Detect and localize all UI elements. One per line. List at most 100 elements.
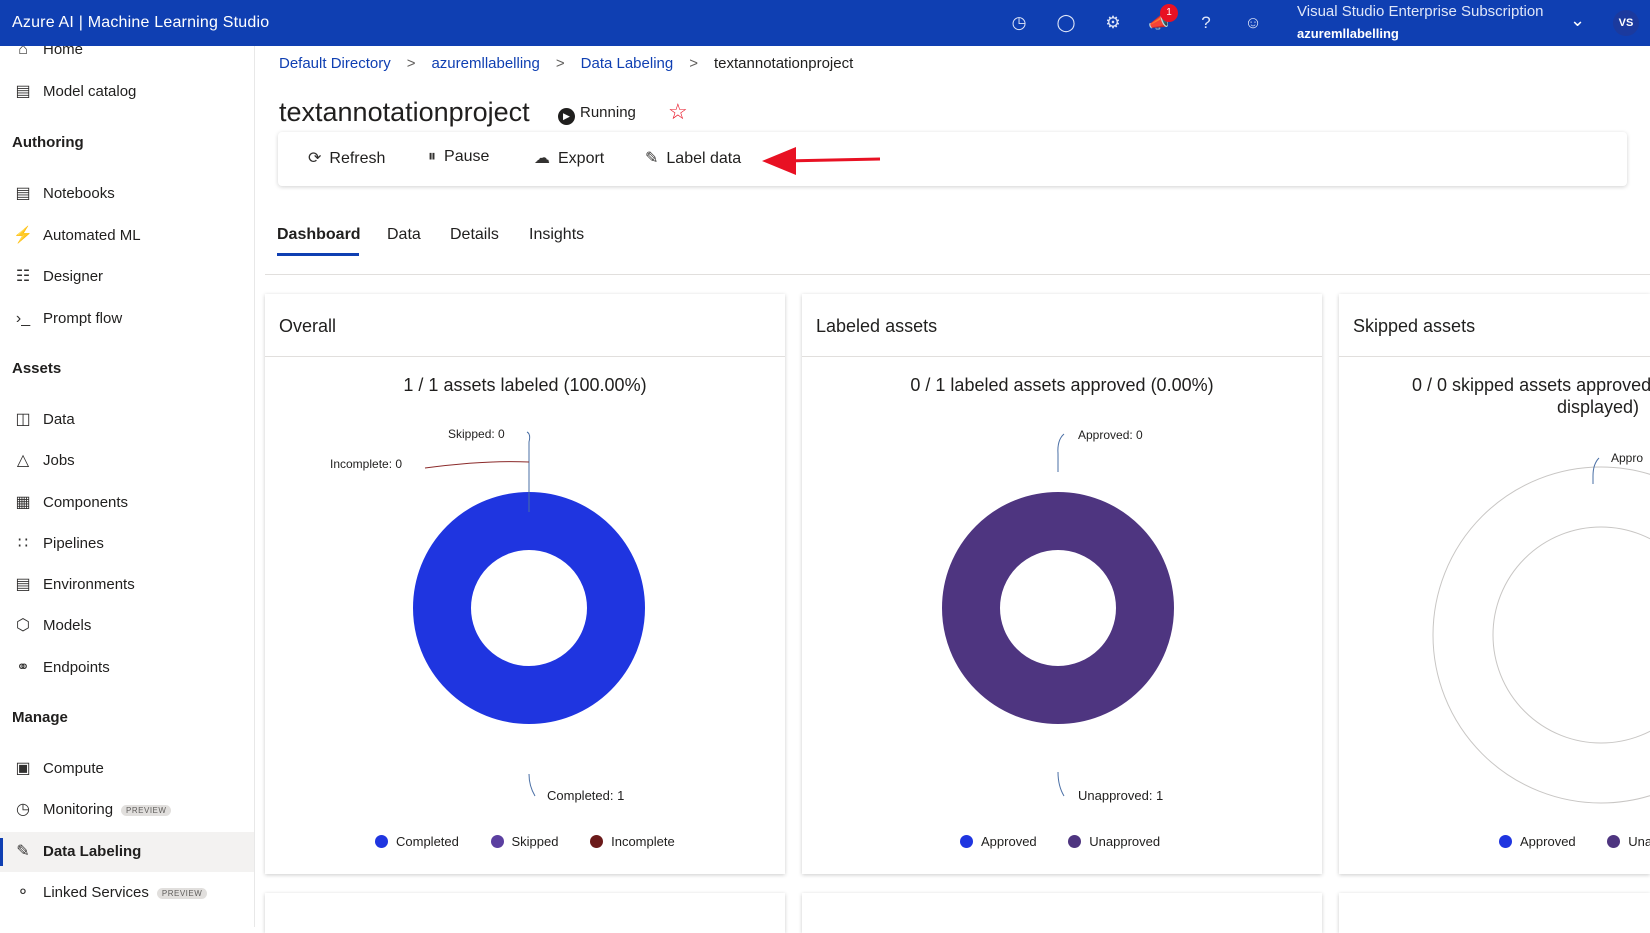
export-button[interactable]: ☁ Export <box>534 148 604 168</box>
designer-icon: ☷ <box>15 268 31 285</box>
divider <box>265 274 1650 275</box>
sidebar-item-label: Model catalog <box>43 83 137 100</box>
play-icon: ▶ <box>558 108 575 125</box>
leader-line-approved <box>1592 457 1600 484</box>
breadcrumb: Default Directory > azuremllabelling > Data … <box>279 55 853 72</box>
breadcrumb-current: textannotationproject <box>713 55 854 72</box>
refresh-icon: ⟳ <box>308 150 322 167</box>
sidebar-item-pipelines[interactable]: ∷ Pipelines <box>0 524 254 564</box>
directory-name[interactable]: azuremllabelling <box>1297 26 1399 41</box>
lightbulb-icon[interactable]: ◯ <box>1055 12 1077 34</box>
preview-badge: PREVIEW <box>121 804 172 816</box>
legend-item-unapproved[interactable]: Una <box>1607 834 1650 849</box>
sidebar-item-notebooks[interactable]: ▤ Notebooks <box>0 174 254 214</box>
sidebar-item-environments[interactable]: ▤ Environments <box>0 565 254 605</box>
pause-button[interactable]: ⏸ Pause <box>428 148 489 166</box>
environments-icon: ▤ <box>15 576 31 593</box>
legend-label: Approved <box>1520 834 1576 849</box>
sidebar-item-label: Designer <box>43 268 104 285</box>
sidebar-item-label: Linked Services <box>43 884 149 901</box>
legend-item-approved[interactable]: Approved <box>960 834 1037 849</box>
automl-icon: ⚡ <box>13 227 33 244</box>
card-title: Labeled assets <box>816 316 938 336</box>
sidebar-item-data-labeling[interactable]: ✎ Data Labeling <box>0 832 254 872</box>
legend-label: Completed <box>396 834 459 849</box>
donut-slice-unapproved[interactable] <box>942 492 1174 724</box>
legend-item-unapproved[interactable]: Unapproved <box>1068 834 1160 849</box>
tab-data[interactable]: Data <box>387 226 421 244</box>
breadcrumb-workspace[interactable]: azuremllabelling <box>431 55 539 72</box>
chevron-right-icon: > <box>689 55 698 72</box>
donut-slice-completed[interactable] <box>413 492 645 724</box>
label-approved: Approved: 0 <box>1078 428 1143 442</box>
favorite-star-icon[interactable]: ☆ <box>668 99 688 125</box>
chevron-right-icon: > <box>555 55 565 72</box>
pipelines-icon: ∷ <box>17 535 29 552</box>
breadcrumb-data-labeling[interactable]: Data Labeling <box>581 55 674 72</box>
preview-badge: PREVIEW <box>156 887 208 899</box>
legend-swatch <box>1068 835 1082 848</box>
sidebar-item-prompt-flow[interactable]: ›_ Prompt flow <box>0 299 254 339</box>
legend-label: Una <box>1628 834 1650 849</box>
subscription-name[interactable]: Visual Studio Enterprise Subscription <box>1297 3 1544 20</box>
legend: Approved Unapproved <box>960 834 1188 849</box>
legend-item-skipped[interactable]: Skipped <box>490 834 559 849</box>
legend-swatch <box>590 835 604 848</box>
feedback-icon[interactable]: ☺ <box>1242 12 1264 34</box>
card-title: Skipped assets <box>1353 316 1476 336</box>
leader-line-incomplete <box>424 461 530 469</box>
avatar[interactable]: VS <box>1613 10 1639 36</box>
tab-details[interactable]: Details <box>450 226 499 244</box>
sidebar-item-endpoints[interactable]: ⚭ Endpoints <box>0 648 254 688</box>
legend-swatch <box>375 835 388 848</box>
sidebar-item-data[interactable]: ◫ Data <box>0 400 254 440</box>
labeled-donut-chart: Approved: 0 Unapproved: 1 <box>942 428 1174 803</box>
sidebar-item-label: Models <box>43 617 92 634</box>
leader-line-completed <box>528 773 536 797</box>
sidebar-item-label: Data Labeling <box>43 843 142 860</box>
sidebar-item-designer[interactable]: ☷ Designer <box>0 257 254 297</box>
breadcrumb-directory[interactable]: Default Directory <box>279 55 391 72</box>
donut-labeled <box>942 492 1174 724</box>
data-icon: ◫ <box>15 411 31 428</box>
edit-icon: ✎ <box>645 150 659 167</box>
legend-swatch <box>1499 835 1512 848</box>
chevron-down-icon[interactable]: ⌄ <box>1570 10 1585 31</box>
sidebar-item-monitoring[interactable]: ◷ Monitoring PREVIEW <box>0 790 254 830</box>
legend-item-completed[interactable]: Completed <box>375 834 459 849</box>
legend-swatch <box>490 835 504 848</box>
help-icon[interactable]: ? <box>1195 12 1217 34</box>
tab-dashboard[interactable]: Dashboard <box>277 226 361 244</box>
label-unapproved: Unapproved: 1 <box>1078 788 1163 803</box>
sidebar-item-models[interactable]: ⬡ Models <box>0 606 254 646</box>
label-data-button[interactable]: ✎ Label data <box>645 148 741 168</box>
data-labeling-icon: ✎ <box>16 843 30 860</box>
app-title[interactable]: Azure AI | Machine Learning Studio <box>12 14 269 32</box>
empty-donut-inner-ring <box>1492 526 1650 744</box>
sidebar-item-components[interactable]: ▦ Components <box>0 483 254 523</box>
sidebar-item-compute[interactable]: ▣ Compute <box>0 749 254 789</box>
sidebar-item-automated-ml[interactable]: ⚡ Automated ML <box>0 216 254 256</box>
leader-line-unapproved <box>1057 771 1065 797</box>
legend-swatch <box>960 835 973 848</box>
card-bottom <box>265 893 785 933</box>
legend-item-approved[interactable]: Approved <box>1499 834 1576 849</box>
sidebar-item-label: Components <box>43 494 129 511</box>
sidebar-item-label: Endpoints <box>43 659 110 676</box>
sidebar-item-model-catalog[interactable]: ▤ Model catalog <box>0 72 254 112</box>
refresh-label: Refresh <box>329 150 386 167</box>
gear-icon[interactable]: ⚙ <box>1102 12 1124 34</box>
compute-icon: ▣ <box>15 760 31 777</box>
legend-label: Unapproved <box>1089 834 1161 849</box>
tab-insights[interactable]: Insights <box>529 226 584 244</box>
refresh-button[interactable]: ⟳ Refresh <box>308 148 385 168</box>
sidebar-item-home[interactable]: ⌂ Home <box>0 46 254 70</box>
clock-icon[interactable]: ◷ <box>1008 12 1030 34</box>
sidebar-item-jobs[interactable]: △ Jobs <box>0 441 254 481</box>
sidebar-item-linked-services[interactable]: ⚬ Linked Services PREVIEW <box>0 873 254 913</box>
sidebar: ⌂ Home ▤ Model catalog Authoring ▤ Noteb… <box>0 46 255 927</box>
legend-item-incomplete[interactable]: Incomplete <box>590 834 675 849</box>
models-icon: ⬡ <box>16 617 30 634</box>
legend-label: Skipped <box>511 834 559 849</box>
components-icon: ▦ <box>15 494 31 511</box>
